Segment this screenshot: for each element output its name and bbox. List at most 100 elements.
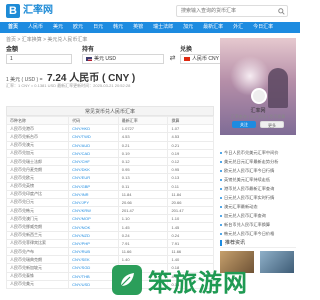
from-label: 持有	[82, 47, 95, 53]
currency-name-cell[interactable]: 人民币兑卢布	[5, 246, 70, 257]
currency-name-cell[interactable]: 人民币兑加元	[5, 148, 70, 158]
table-row[interactable]: 人民币兑澳门元 CNY/MOP 1.10 1.10	[5, 214, 214, 224]
follow-button[interactable]: 关注	[232, 121, 256, 128]
currency-name-cell[interactable]: 人民币兑新加坡元	[5, 263, 70, 273]
search-button[interactable]	[275, 6, 287, 16]
nav-item[interactable]: 最新汇率	[203, 22, 223, 33]
from-currency-select[interactable]: 美元 USD	[82, 54, 164, 64]
code-cell: CNY/SEK	[68, 255, 119, 265]
table-row[interactable]: 人民币兑英镑 CNY/GBP 0.11 0.11	[5, 181, 214, 191]
rate-cell: 0.19	[117, 148, 169, 158]
rate-cell: 0.11	[117, 181, 169, 191]
nav-item[interactable]: 韩元	[113, 22, 123, 33]
currency-name-cell[interactable]: 人民币兑澳门元	[5, 214, 70, 224]
rate-cell: 0.95	[117, 165, 169, 175]
table-row[interactable]: 人民币兑卢布 CNY/RUB 11.66 11.66	[5, 246, 214, 257]
convert-cell: 4.53	[167, 132, 214, 142]
table-row[interactable]: 人民币兑澳元 CNY/AUD 0.21 0.21	[5, 140, 214, 150]
nav-item[interactable]: 外汇	[233, 22, 243, 33]
search-input[interactable]	[177, 6, 275, 16]
code-cell: CNY/NZD	[68, 230, 119, 240]
currency-name-cell[interactable]: 人民币兑澳元	[5, 140, 70, 150]
table-row[interactable]: 人民币兑新台币 CNY/TWD 4.53 4.53	[5, 132, 214, 142]
rate-cell: 0.13	[117, 173, 169, 183]
currency-name-cell[interactable]: 人民币兑新台币	[5, 132, 70, 142]
more-button[interactable]: 更多	[260, 121, 284, 128]
table-row[interactable]: 人民币兑日元 CNY/JPY 20.66 20.66	[5, 197, 214, 208]
nav-item[interactable]: 今日汇率	[253, 22, 273, 33]
convert-cell: 20.66	[167, 197, 214, 208]
table-row[interactable]: 人民币兑瑞士法郎 CNY/CHF 0.12 0.12	[5, 156, 214, 167]
table-row[interactable]: 人民币兑欧元 CNY/EUR 0.13 0.13	[5, 173, 214, 183]
nav-item[interactable]: 欧元	[73, 22, 83, 33]
nav-item[interactable]: 首页	[8, 22, 18, 33]
news-list-item[interactable]: 新台币兑人民币汇率换算	[220, 220, 296, 229]
rate-cell: 0.12	[117, 156, 169, 167]
table-row[interactable]: 人民币兑加元 CNY/CAD 0.19 0.19	[5, 148, 214, 158]
convert-cell: 201.47	[167, 206, 214, 216]
table-row[interactable]: 人民币兑韩元 CNY/KRW 201.47 201.47	[5, 206, 214, 216]
cn-flag-icon	[184, 56, 190, 61]
news-list-item[interactable]: 澳元汇率最新动态	[220, 202, 296, 211]
code-cell: CNY/JPY	[68, 197, 119, 208]
nav-item[interactable]: 加元	[183, 22, 193, 33]
nav-item[interactable]: 瑞士法郎	[153, 22, 173, 33]
convert-cell: 0.24	[167, 230, 214, 240]
nav-item[interactable]: 日元	[93, 22, 103, 33]
convert-cell: 11.84	[167, 189, 214, 199]
table-row[interactable]: 人民币兑新西兰元 CNY/NZD 0.24 0.24	[5, 230, 214, 240]
news-list-item[interactable]: 欧元兑人民币汇率今日行情	[220, 166, 296, 175]
currency-name-cell[interactable]: 人民币兑港币	[5, 124, 70, 134]
bullet-icon	[220, 196, 222, 199]
convert-cell: 0.19	[167, 148, 214, 158]
news-list-item[interactable]: 韩元兑人民币汇率今日价格	[220, 229, 296, 238]
table-row[interactable]: 人民币兑挪威克朗 CNY/NOK 1.45 1.45	[5, 222, 214, 232]
code-cell: CNY/USD	[68, 279, 119, 289]
nav-item[interactable]: 英镑	[133, 22, 143, 33]
currency-name-cell[interactable]: 人民币兑印度卢比	[5, 189, 70, 199]
bullet-icon	[220, 160, 222, 163]
code-cell: CNY/SGD	[68, 263, 119, 273]
bullet-icon	[220, 151, 222, 154]
rate-cell: 1.45	[117, 222, 169, 232]
news-list-item[interactable]: 美元兑日元汇率最新走势分析	[220, 157, 296, 166]
currency-name-cell[interactable]: 人民币兑美元	[5, 279, 70, 289]
watermark-text: 笨旅游网	[148, 268, 248, 297]
currency-name-cell[interactable]: 人民币兑英镑	[5, 181, 70, 191]
currency-name-cell[interactable]: 人民币兑泰铢	[5, 271, 70, 281]
table-row[interactable]: 人民币兑丹麦克朗 CNY/DKK 0.95 0.95	[5, 165, 214, 175]
avatar	[251, 88, 267, 104]
watermark-logo-icon	[112, 265, 142, 295]
table-row[interactable]: 人民币兑港币 CNY/HKD 1.0727 1.07	[5, 124, 214, 134]
currency-name-cell[interactable]: 人民币兑菲律宾比索	[5, 238, 70, 249]
code-cell: CNY/INR	[68, 189, 119, 199]
currency-name-cell[interactable]: 人民币兑挪威克朗	[5, 222, 70, 232]
site-logo[interactable]: B 汇率网	[6, 4, 53, 18]
news-list-item[interactable]: 港币兑人民币最新汇率查询	[220, 184, 296, 193]
news-list-item[interactable]: 日元兑人民币汇率实时行情	[220, 193, 296, 202]
logo-text: 汇率网	[23, 5, 53, 16]
currency-name-cell[interactable]: 人民币兑韩元	[5, 206, 70, 216]
currency-name-cell[interactable]: 人民币兑瑞士法郎	[5, 156, 70, 167]
currency-name-cell[interactable]: 人民币兑新西兰元	[5, 230, 70, 240]
currency-name-cell[interactable]: 人民币兑日元	[5, 197, 70, 208]
amount-label: 金额	[6, 47, 19, 53]
code-cell: CNY/MOP	[68, 214, 119, 224]
code-cell: CNY/CAD	[68, 148, 119, 158]
news-list-item[interactable]: 今日人民币兑美元汇率中间价	[220, 148, 296, 157]
nav-item[interactable]: 美元	[53, 22, 63, 33]
amount-field[interactable]: 1	[6, 54, 72, 64]
bullet-icon	[220, 205, 222, 208]
nav-item[interactable]: 人民币	[28, 22, 43, 33]
swap-icon[interactable]: ⇄	[168, 54, 177, 63]
convert-cell: 0.12	[167, 156, 214, 167]
news-list-item[interactable]: 加元兑人民币汇率查询	[220, 211, 296, 220]
currency-name-cell[interactable]: 人民币兑丹麦克朗	[5, 165, 70, 175]
news-list-item[interactable]: 英镑兑美元汇率持续走低	[220, 175, 296, 184]
currency-name-cell[interactable]: 人民币兑瑞典克朗	[5, 255, 70, 265]
news-title: 美元兑日元汇率最新走势分析	[224, 159, 279, 164]
currency-name-cell[interactable]: 人民币兑欧元	[5, 173, 70, 183]
table-row[interactable]: 人民币兑菲律宾比索 CNY/PHP 7.91 7.91	[5, 238, 214, 249]
table-row[interactable]: 人民币兑印度卢比 CNY/INR 11.84 11.84	[5, 189, 214, 199]
top-bar: B 汇率网	[0, 0, 300, 22]
